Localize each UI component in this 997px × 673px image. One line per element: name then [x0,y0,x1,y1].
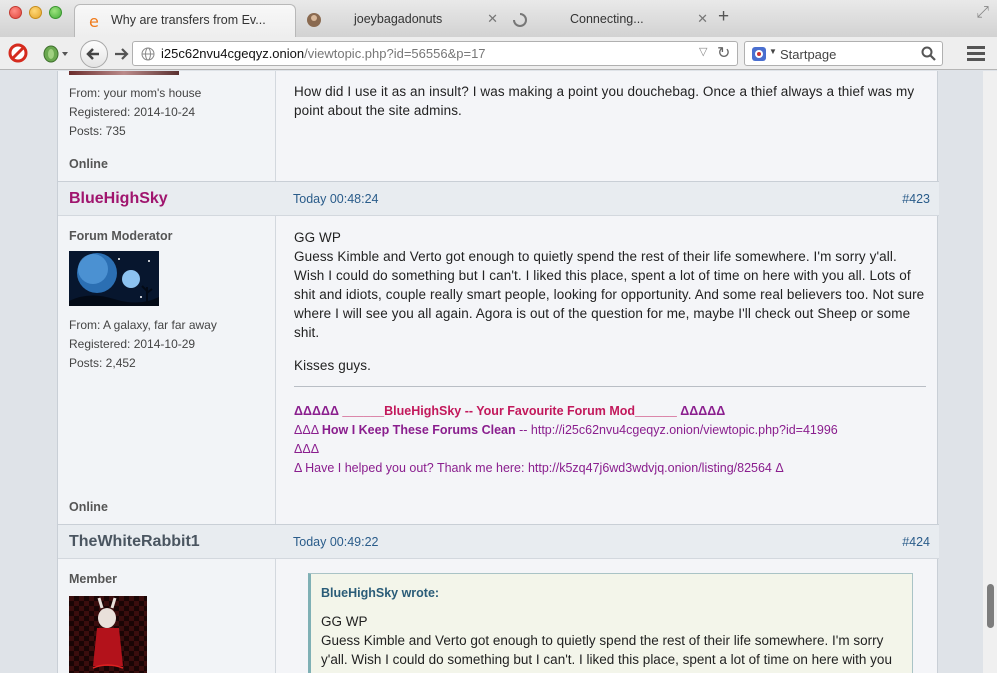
post-username[interactable]: TheWhiteRabbit1 [69,533,200,551]
tab-title: joeybagadonuts [354,12,443,26]
post-author-column: Member [58,559,276,673]
new-tab-button[interactable]: + [718,6,729,28]
post-time-link[interactable]: Today 00:49:22 [293,535,379,549]
navigation-bar: i25c62nvu4cgeqyz.onion/viewtopic.php?id=… [0,37,997,70]
author-rank: Member [69,572,117,586]
post-header: BlueHighSky Today 00:48:24 #423 [58,181,939,216]
close-tab-icon[interactable]: ✕ [697,4,708,34]
address-bar[interactable]: i25c62nvu4cgeqyz.onion/viewtopic.php?id=… [132,41,738,66]
avatar [69,71,179,75]
post-header: TheWhiteRabbit1 Today 00:49:22 #424 [58,524,939,559]
page-viewport: From: your mom's house Registered: 2014-… [0,71,997,673]
tab-title: Connecting... [570,12,644,26]
quote-author: BlueHighSky wrote: [321,586,440,600]
engine-dropdown-icon[interactable]: ▼ [769,47,777,56]
post-message-line: GG WP [294,230,341,245]
author-registered: Registered: 2014-10-29 [69,337,196,351]
forward-button[interactable] [112,46,130,62]
search-icon[interactable] [921,46,936,61]
search-bar[interactable]: ▼ Startpage [744,41,943,66]
tab-title: Why are transfers from Ev... [111,13,266,27]
post-time-link[interactable]: Today 00:48:24 [293,192,379,206]
url-host: i25c62nvu4cgeqyz.onion [161,46,305,61]
svg-text:e: e [89,13,99,29]
post-author-column: From: your mom's house Registered: 2014-… [58,71,276,181]
history-dropdown-icon[interactable]: ▽ [699,45,707,58]
quote-box: BlueHighSky wrote: GG WP Guess Kimble an… [308,573,913,673]
tor-onion-icon[interactable] [41,42,69,64]
avatar-icon [307,13,321,27]
avatar [69,251,159,306]
close-window-button[interactable] [9,6,22,19]
signature-line: ΔΔΔΔΔ ______BlueHighSky -- Your Favourit… [294,402,725,421]
zoom-window-button[interactable] [49,6,62,19]
signature-divider [294,386,926,387]
post-message: Guess Kimble and Verto got enough to qui… [294,249,925,340]
quote-line: GG WP [321,614,368,629]
signature-link[interactable]: Δ Have I helped you out? Thank me here: … [294,459,784,478]
reload-icon[interactable]: ↻ [717,43,730,63]
signature-text: ΔΔΔΔΔ [294,404,343,418]
avatar [69,596,147,673]
scrollbar-thumb[interactable] [987,584,994,628]
post-number-link[interactable]: #423 [902,192,930,206]
signature-link[interactable]: How I Keep These Forums Clean [322,423,516,437]
post-author-column: Forum Moderator From: A galaxy, far far … [58,216,276,524]
author-status: Online [69,157,108,171]
signature-text: ΔΔΔ [294,423,322,437]
arrow-left-icon [86,48,99,60]
url-path: /viewtopic.php?id=56556&p=17 [304,46,486,61]
tab-connecting[interactable]: Connecting... ✕ [506,4,716,37]
signature-line: ΔΔΔ How I Keep These Forums Clean -- htt… [294,421,838,440]
post-message-line: Kisses guys. [294,358,371,373]
fullscreen-icon[interactable]: ⤢ [976,4,989,22]
quote-text: Guess Kimble and Verto got enough to qui… [321,633,892,673]
author-registered: Registered: 2014-10-24 [69,105,196,119]
author-rank: Forum Moderator [69,229,173,243]
author-from: From: A galaxy, far far away [69,318,217,332]
back-button[interactable] [80,40,108,68]
forum-thread: From: your mom's house Registered: 2014-… [57,71,939,673]
post-number-link[interactable]: #424 [902,535,930,549]
hamburger-menu-icon[interactable] [966,45,986,62]
globe-icon [141,47,155,61]
signature-line: ΔΔΔ [294,442,320,456]
white-rabbit-image [69,596,147,673]
signature-text: ______BlueHighSky -- Your Favourite Foru… [342,404,677,418]
galaxy-moon-image [69,251,159,306]
minimize-window-button[interactable] [29,6,42,19]
close-tab-icon[interactable]: ✕ [487,4,498,34]
tab-transfers[interactable]: e Why are transfers from Ev... [74,4,296,37]
post-message: How did I use it as an insult? I was mak… [294,84,915,118]
author-posts: Posts: 735 [69,124,126,138]
author-posts: Posts: 2,452 [69,356,136,370]
noscript-icon[interactable] [8,43,28,63]
search-placeholder: Startpage [780,47,837,62]
post-username[interactable]: BlueHighSky [69,190,168,208]
tab-joeybagadonuts[interactable]: joeybagadonuts ✕ [296,4,506,37]
signature-link[interactable]: -- http://i25c62nvu4cgeqyz.onion/viewtop… [516,423,838,437]
loading-icon [513,13,527,27]
author-from: From: your mom's house [69,86,202,100]
scrollbar-track[interactable] [983,71,997,673]
title-bar: e Why are transfers from Ev... joeybagad… [0,0,997,37]
e-icon: e [89,13,99,29]
startpage-icon [752,47,766,61]
author-status: Online [69,500,108,514]
signature-text: ΔΔΔΔΔ [676,404,726,418]
url-text[interactable]: i25c62nvu4cgeqyz.onion/viewtopic.php?id=… [161,46,486,61]
